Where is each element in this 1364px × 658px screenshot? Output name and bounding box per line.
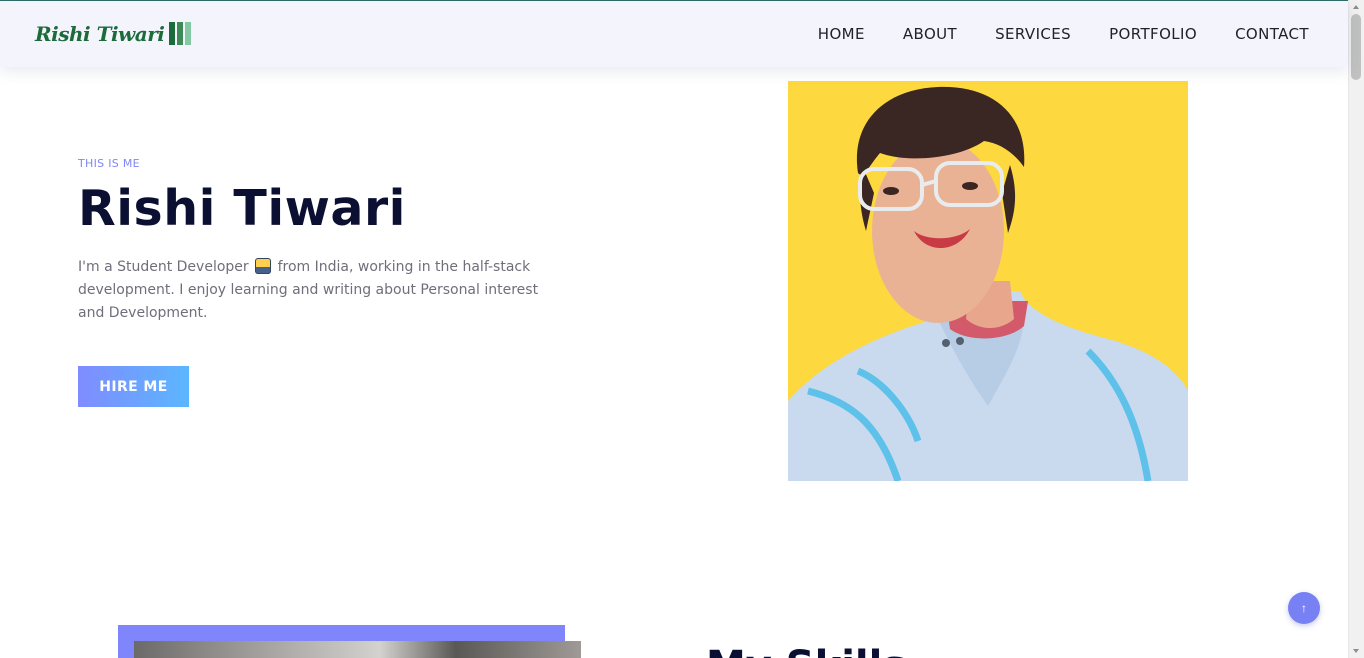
hero-intro: THIS IS ME Rishi Tiwari I'm a Student De… [78, 157, 548, 325]
nav-home[interactable]: HOME [818, 25, 865, 43]
skills-photo [134, 641, 581, 658]
nav-about[interactable]: ABOUT [903, 25, 957, 43]
nav-services[interactable]: SERVICES [995, 25, 1071, 43]
technologist-emoji-icon [255, 258, 272, 274]
site-logo[interactable]: Rishi Tiwari [35, 21, 192, 46]
logo-mark-bar [177, 21, 184, 45]
site-header: Rishi Tiwari HOME ABOUT SERVICES PORTFOL… [0, 1, 1348, 67]
portfolio-page: Rishi Tiwari HOME ABOUT SERVICES PORTFOL… [0, 0, 1364, 658]
scrollbar-thumb[interactable] [1351, 14, 1361, 80]
profile-portrait [788, 81, 1188, 481]
scroll-to-top-button[interactable]: ↑ [1288, 592, 1320, 624]
nav-contact[interactable]: CONTACT [1235, 25, 1309, 43]
hero-name: Rishi Tiwari [78, 180, 406, 237]
scroll-down-icon[interactable] [1353, 649, 1359, 653]
scroll-up-icon[interactable] [1353, 5, 1359, 9]
logo-mark-bar [169, 21, 176, 45]
page-scrollbar[interactable] [1348, 0, 1364, 658]
arrow-up-icon: ↑ [1301, 601, 1307, 615]
portrait-illustration [788, 81, 1188, 481]
logo-text: Rishi Tiwari [35, 22, 165, 46]
hero-eyebrow: THIS IS ME [78, 157, 140, 170]
main-nav: HOME ABOUT SERVICES PORTFOLIO CONTACT [818, 25, 1309, 43]
bio-text-start: I'm a Student Developer [78, 259, 249, 275]
hero-bio: I'm a Student Developer from India, work… [78, 256, 546, 325]
nav-portfolio[interactable]: PORTFOLIO [1109, 25, 1197, 43]
logo-mark-bar [185, 21, 192, 45]
skills-heading: My Skills [706, 646, 906, 658]
hire-me-button[interactable]: HIRE ME [78, 366, 189, 407]
logo-mark-icon [169, 21, 192, 45]
